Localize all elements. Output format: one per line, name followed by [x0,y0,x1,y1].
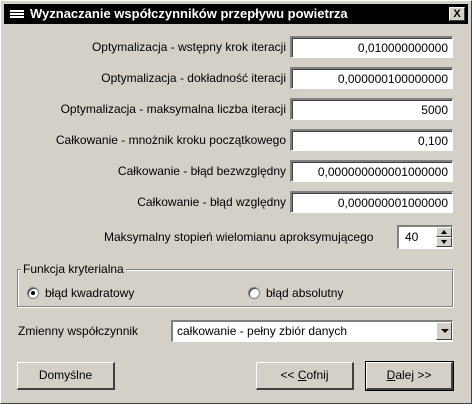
radio-absolute-error[interactable]: błąd absolutny [248,286,343,300]
arrow-up-icon [441,230,447,234]
criterion-group-title: Funkcja kryterialna [21,262,126,276]
initial-step-multiplier-input[interactable]: 0,100 [290,129,453,151]
label-relative-error: Całkowanie - błąd względny [137,195,286,209]
arrow-down-icon [441,240,447,244]
back-button[interactable]: << Cofnij [256,362,354,390]
variable-coefficient-value[interactable]: całkowanie - pełny zbiór danych [177,324,347,338]
spin-down-button[interactable] [436,237,452,247]
spinner-buttons [436,227,452,247]
label-max-iterations: Optymalizacja - maksymalna liczba iterac… [60,102,286,116]
back-button-hotkey: C [297,368,307,382]
label-iteration-accuracy: Optymalizacja - dokładność iteracji [101,71,286,85]
absolute-error-input[interactable]: 0,000000000001000000 [290,160,453,182]
next-button[interactable]: Dalej >> [365,361,454,391]
label-variable-coefficient: Zmienny współczynnik [18,324,139,338]
label-absolute-error: Całkowanie - błąd bezwzględny [117,164,286,178]
next-button-label: alej >> [395,368,432,382]
back-button-prefix: << [280,368,298,382]
back-button-label: ofnij [306,368,329,382]
label-initial-step-multiplier: Całkowanie - mnożnik kroku początkowego [55,133,286,147]
spin-up-button[interactable] [436,227,452,237]
radio-selected-icon[interactable] [27,287,39,299]
title-bar[interactable]: Wyznaczanie współczynników przepływu pow… [4,4,468,24]
radio-absolute-error-label: błąd absolutny [266,286,344,300]
label-initial-step: Optymalizacja - wstępny krok iteracji [91,40,286,54]
app-menu-icon[interactable] [10,10,24,19]
max-polynomial-degree-value[interactable]: 40 [405,230,418,244]
next-button-hotkey: D [386,368,396,382]
relative-error-input[interactable]: 0,000000001000000 [290,191,453,213]
radio-squared-error-label: błąd kwadratowy [45,286,135,300]
iteration-accuracy-input[interactable]: 0,000000100000000 [290,67,453,89]
chevron-down-icon [441,329,449,333]
variable-coefficient-combo[interactable]: całkowanie - pełny zbiór danych [171,320,453,342]
window-title: Wyznaczanie współczynników przepływu pow… [30,6,348,21]
label-max-polynomial-degree: Maksymalny stopień wielomianu aproksymuj… [104,230,374,244]
dialog-window: Wyznaczanie współczynników przepływu pow… [0,0,472,404]
radio-unselected-icon[interactable] [248,287,260,299]
radio-squared-error[interactable]: błąd kwadratowy [27,286,134,300]
defaults-button[interactable]: Domyślne [17,362,115,390]
initial-step-input[interactable]: 0,010000000000 [290,36,453,58]
close-button[interactable]: X [449,7,465,21]
combo-dropdown-button[interactable] [436,322,452,340]
max-iterations-input[interactable]: 5000 [290,98,453,120]
max-polynomial-degree-spinner[interactable]: 40 [397,225,453,249]
